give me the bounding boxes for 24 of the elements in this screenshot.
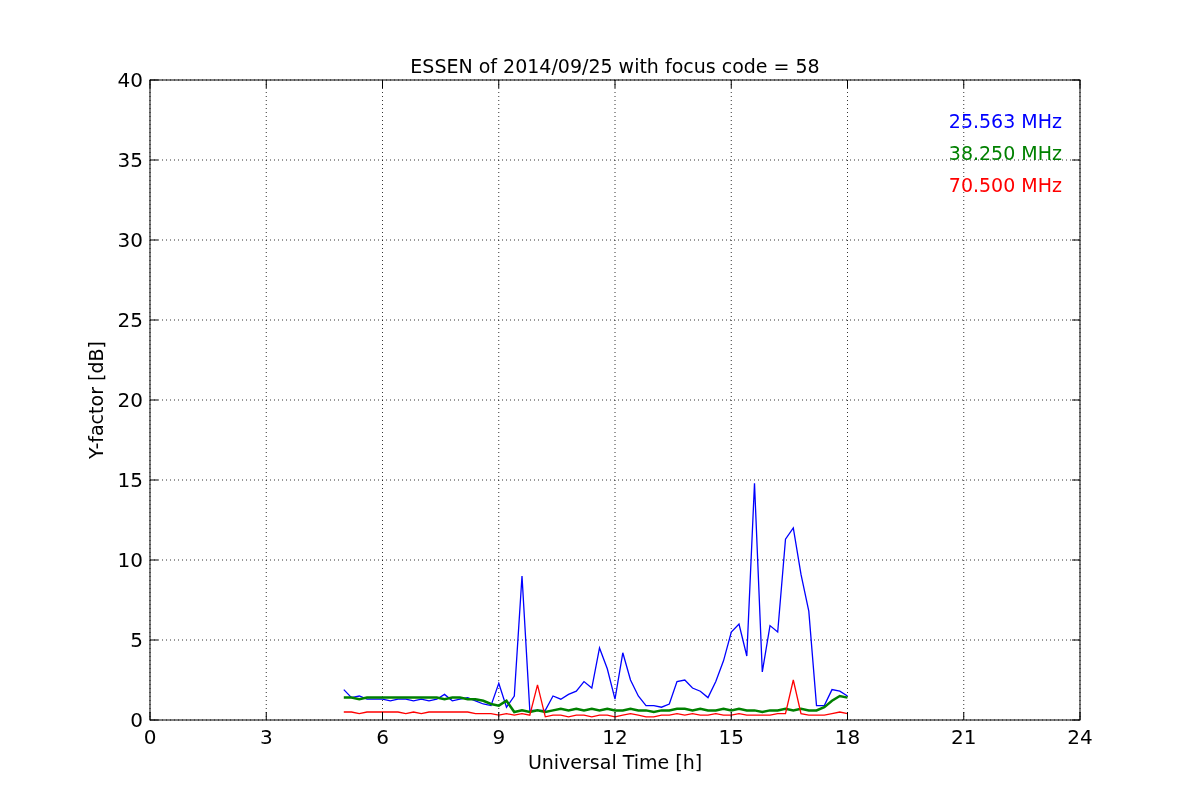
y-tick-label: 0 [130,708,143,732]
y-tick-label: 40 [117,68,143,92]
y-tick-label: 15 [117,468,143,492]
legend-label: 70.500 MHz [948,174,1062,196]
x-tick-label: 12 [602,725,628,749]
x-axis-label: Universal Time [h] [527,751,703,773]
legend-label: 38.250 MHz [948,142,1062,164]
y-axis-label: Y-factor [dB] [85,341,107,459]
chart-title: ESSEN of 2014/09/25 with focus code = 58 [410,55,820,77]
legend-label: 25.563 MHz [948,110,1062,132]
x-tick-label: 18 [834,725,861,749]
x-tick-label: 21 [951,725,977,749]
x-tick-label: 15 [718,725,744,749]
y-tick-label: 5 [130,628,143,652]
y-tick-label: 35 [117,148,143,172]
x-tick-label: 0 [143,725,157,749]
x-tick-label: 24 [1067,725,1093,749]
x-tick-label: 6 [376,725,389,749]
y-tick-label: 20 [117,388,143,412]
y-tick-label: 10 [117,548,143,572]
y-tick-label: 25 [117,308,143,332]
x-tick-label: 3 [259,725,273,749]
x-tick-label: 9 [492,725,506,749]
y-tick-label: 30 [117,228,143,252]
